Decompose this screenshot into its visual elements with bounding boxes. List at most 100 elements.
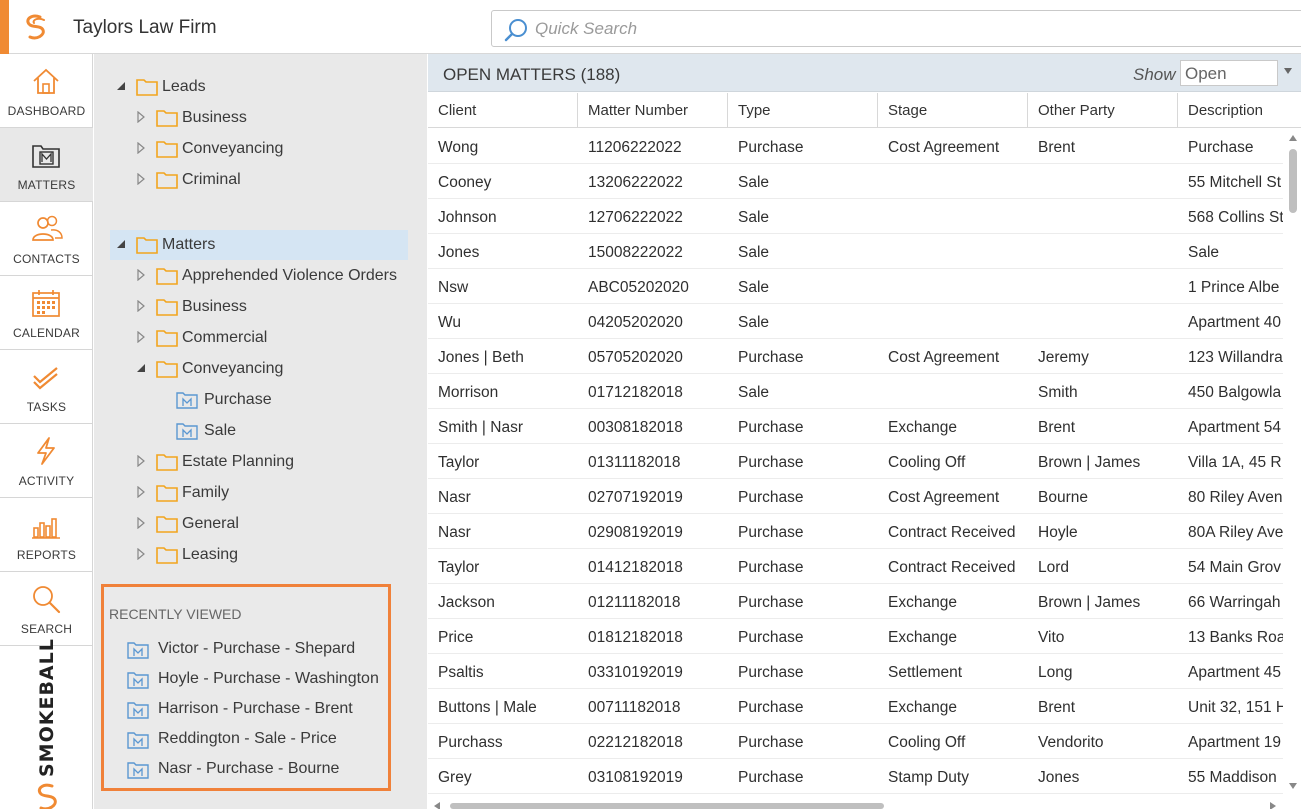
tree-node-leasing[interactable]: Leasing (130, 540, 410, 570)
cell-client: Wu (438, 314, 461, 331)
smokeball-logo-icon[interactable] (22, 13, 50, 41)
table-row[interactable]: Nasr 02908192019 Purchase Contract Received… (428, 514, 1283, 549)
nav-activity[interactable]: ACTIVITY (0, 424, 93, 498)
nav-reports[interactable]: REPORTS (0, 498, 93, 572)
tree-node-matters[interactable]: Matters (110, 230, 408, 260)
collapsed-triangle-icon[interactable] (136, 142, 146, 154)
column-header-client[interactable]: Client (428, 93, 578, 128)
cell-matter-number: 01211182018 (588, 594, 681, 611)
scrollbar-thumb[interactable] (1289, 149, 1297, 213)
collapsed-triangle-icon[interactable] (136, 331, 146, 343)
tree-node-leads-business[interactable]: Business (130, 103, 410, 133)
bar-chart-icon (32, 518, 60, 539)
scroll-up-icon[interactable] (1289, 135, 1297, 141)
chevron-down-icon[interactable] (1284, 68, 1292, 74)
collapsed-triangle-icon[interactable] (136, 486, 146, 498)
table-row[interactable]: Taylor 01412182018 Purchase Contract Receiv… (428, 549, 1283, 584)
nav-matters[interactable]: MATTERS (0, 128, 93, 202)
quick-search-box[interactable] (491, 10, 1301, 47)
collapsed-triangle-icon[interactable] (136, 269, 146, 281)
cell-matter-number: 01712182018 (588, 384, 683, 401)
cell-type: Sale (738, 174, 770, 191)
column-header-other-party[interactable]: Other Party (1028, 93, 1178, 128)
collapsed-triangle-icon[interactable] (136, 517, 146, 529)
collapsed-triangle-icon[interactable] (136, 111, 146, 123)
recent-item-label: Hoyle - Purchase - Washington (158, 670, 379, 687)
table-row[interactable]: Purchass 02212182018 Purchase Cooling Off Ve… (428, 724, 1283, 759)
collapsed-triangle-icon[interactable] (136, 173, 146, 185)
scroll-down-icon[interactable] (1289, 783, 1297, 789)
table-row[interactable]: Smith | Nasr 00308182018 Purchase Exchange B… (428, 409, 1283, 444)
cell-matter-number: 01311182018 (588, 454, 681, 471)
lightning-icon (37, 437, 55, 465)
folder-icon (156, 141, 178, 158)
collapsed-triangle-icon[interactable] (136, 548, 146, 560)
table-row[interactable]: Johnson 12706222022 Sale 568 Collins St (428, 199, 1283, 234)
tree-node-leads-criminal[interactable]: Criminal (130, 165, 410, 195)
matter-icon (127, 642, 149, 659)
table-row[interactable]: Buttons | Male 00711182018 Purchase Exchang… (428, 689, 1283, 724)
scroll-left-icon[interactable] (434, 802, 440, 809)
horizontal-scrollbar[interactable] (428, 795, 1301, 809)
matter-type-icon (176, 423, 198, 440)
table-row[interactable]: Grey 03108192019 Purchase Stamp Duty Jones 55… (428, 759, 1283, 794)
tree-node-family[interactable]: Family (130, 478, 410, 508)
table-row[interactable]: Jackson 01211182018 Purchase Exchange Brown … (428, 584, 1283, 619)
cell-client: Taylor (438, 559, 480, 576)
tree-node-label: Family (182, 484, 230, 501)
tree-node-leads-conveyancing[interactable]: Conveyancing (130, 134, 410, 164)
table-row[interactable]: Nsw ABC05202020 Sale 1 Prince Albe (428, 269, 1283, 304)
scrollbar-thumb[interactable] (450, 803, 884, 809)
search-icon (504, 19, 527, 42)
cell-description: Apartment 45 (1188, 664, 1282, 681)
table-row[interactable]: Psaltis 03310192019 Purchase Settlement Long… (428, 654, 1283, 689)
table-row[interactable]: Price 01812182018 Purchase Exchange Vito 13 B… (428, 619, 1283, 654)
column-header-stage[interactable]: Stage (878, 93, 1028, 128)
nav-dashboard[interactable]: DASHBOARD (0, 54, 93, 128)
cell-other-party: Brent (1038, 699, 1076, 716)
matter-icon (127, 702, 149, 719)
nav-calendar[interactable]: CALENDAR (0, 276, 93, 350)
expanded-triangle-icon[interactable] (116, 80, 126, 92)
expanded-triangle-icon[interactable] (136, 362, 146, 374)
tree-node-avo[interactable]: Apprehended Violence Orders (130, 261, 410, 291)
expanded-triangle-icon[interactable] (116, 238, 126, 250)
tree-node-commercial[interactable]: Commercial (130, 323, 410, 353)
column-header-matter-number[interactable]: Matter Number (578, 93, 728, 128)
grid-title: OPEN MATTERS (188) (443, 65, 621, 84)
nav-tasks[interactable]: TASKS (0, 350, 93, 424)
table-row[interactable]: Wu 04205202020 Sale Apartment 40 (428, 304, 1283, 339)
cell-stage: Stamp Duty (888, 769, 969, 786)
table-row[interactable]: Wong 11206222022 Purchase Cost Agreement Bre… (428, 129, 1283, 164)
column-header-type[interactable]: Type (728, 93, 878, 128)
cell-type: Purchase (738, 489, 804, 506)
tree-node-sale[interactable]: Sale (176, 416, 406, 446)
table-row[interactable]: Nasr 02707192019 Purchase Cost Agreement Bou… (428, 479, 1283, 514)
tree-node-leads[interactable]: Leads (110, 72, 410, 102)
table-row[interactable]: Morrison 01712182018 Sale Smith 450 Balgowla (428, 374, 1283, 409)
cell-other-party: Brown | James (1038, 594, 1141, 611)
collapsed-triangle-icon[interactable] (136, 455, 146, 467)
vertical-scrollbar[interactable] (1285, 129, 1301, 795)
show-filter-select[interactable]: Open (1180, 60, 1278, 86)
cell-description: 66 Warringah (1188, 594, 1281, 611)
cell-description: Villa 1A, 45 R (1188, 454, 1282, 471)
cell-type: Purchase (738, 454, 804, 471)
tree-node-business[interactable]: Business (130, 292, 410, 322)
quick-search-input[interactable] (535, 17, 1275, 41)
scroll-right-icon[interactable] (1270, 802, 1276, 809)
tree-node-label: General (182, 515, 239, 532)
table-row[interactable]: Jones 15008222022 Sale Sale (428, 234, 1283, 269)
tree-node-general[interactable]: General (130, 509, 410, 539)
nav-contacts[interactable]: CONTACTS (0, 202, 93, 276)
nav-tasks-label: TASKS (26, 400, 67, 414)
tree-node-conveyancing[interactable]: Conveyancing (130, 354, 410, 384)
collapsed-triangle-icon[interactable] (136, 300, 146, 312)
table-row[interactable]: Taylor 01311182018 Purchase Cooling Off Brow… (428, 444, 1283, 479)
table-row[interactable]: Cooney 13206222022 Sale 55 Mitchell St (428, 164, 1283, 199)
column-header-description[interactable]: Description (1178, 93, 1301, 128)
table-row[interactable]: Jones | Beth 05705202020 Purchase Cost Agre… (428, 339, 1283, 374)
tree-node-estate-planning[interactable]: Estate Planning (130, 447, 410, 477)
nav-search[interactable]: SEARCH (0, 572, 93, 646)
tree-node-purchase[interactable]: Purchase (176, 385, 406, 415)
